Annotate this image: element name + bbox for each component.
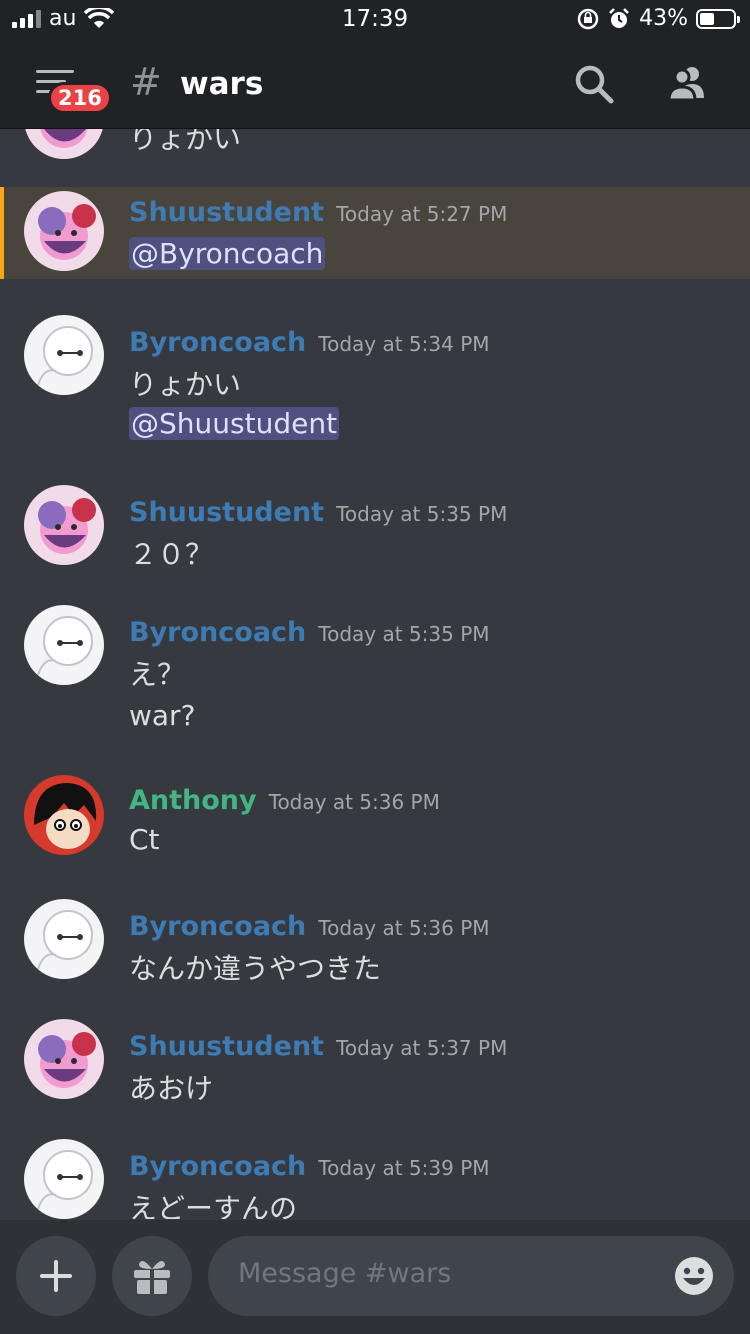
gift-button[interactable]	[112, 1236, 192, 1316]
message-item: Byroncoach Today at 5:35 PM え？ war?	[0, 605, 750, 745]
orientation-lock-icon	[577, 8, 599, 29]
avatar[interactable]	[24, 315, 104, 395]
username[interactable]: Byroncoach Today at 5:34 PM	[129, 327, 490, 358]
message-item: Shuustudent Today at 5:37 PM あおけ	[0, 1019, 750, 1119]
members-icon[interactable]	[666, 62, 710, 106]
message-text: @Shuustudent	[129, 407, 340, 440]
message-item-mention: Shuustudent Today at 5:27 PM @Byroncoach	[0, 187, 750, 279]
user-mention[interactable]: @Shuustudent	[129, 407, 340, 440]
username[interactable]: Shuustudent Today at 5:27 PM	[129, 197, 507, 228]
message-input[interactable]: Message #wars	[208, 1236, 734, 1316]
plus-icon	[40, 1260, 72, 1292]
message-text: Ct	[129, 823, 160, 856]
message-text: えどーすんの	[129, 1192, 298, 1219]
username[interactable]: Byroncoach Today at 5:36 PM	[129, 911, 490, 942]
channel-hash-icon: #	[130, 60, 162, 104]
message-item: Byroncoach Today at 5:39 PM えどーすんの	[0, 1139, 750, 1219]
timestamp: Today at 5:36 PM	[268, 790, 440, 814]
menu-button[interactable]: 216	[30, 68, 112, 114]
message-text: あおけ	[129, 1072, 214, 1105]
alarm-icon	[609, 7, 629, 28]
search-icon[interactable]	[572, 62, 616, 106]
avatar[interactable]	[24, 605, 104, 685]
channel-title: wars	[180, 66, 264, 102]
add-attachment-button[interactable]	[16, 1236, 96, 1316]
mention-bar	[0, 187, 4, 279]
avatar[interactable]	[24, 1019, 104, 1099]
message-text: @Byroncoach	[129, 237, 326, 270]
message-text: りょかい	[129, 368, 242, 401]
message-text: え？	[129, 658, 186, 691]
avatar[interactable]	[24, 129, 104, 159]
battery-icon	[696, 8, 740, 29]
emoji-icon[interactable]	[674, 1256, 714, 1296]
message-text: なんか違うやつきた	[129, 952, 382, 985]
username[interactable]: Byroncoach Today at 5:35 PM	[129, 617, 490, 648]
timestamp: Today at 5:39 PM	[318, 1156, 490, 1180]
username[interactable]: Shuustudent Today at 5:35 PM	[129, 497, 507, 528]
avatar[interactable]	[24, 191, 104, 271]
message-composer: Message #wars	[0, 1220, 750, 1334]
message-item: Anthony Today at 5:36 PM Ct	[0, 775, 750, 875]
timestamp: Today at 5:35 PM	[318, 622, 490, 646]
avatar[interactable]	[24, 1139, 104, 1219]
message-item: りょかい	[0, 129, 750, 179]
message-text: ２０？	[129, 538, 214, 571]
message-text: りょかい	[129, 129, 242, 155]
gift-icon	[134, 1260, 170, 1294]
avatar[interactable]	[24, 899, 104, 979]
message-item: Shuustudent Today at 5:35 PM ２０？	[0, 485, 750, 585]
message-list[interactable]: りょかい Shuustudent Today at 5:27 PM @Byronc…	[0, 129, 750, 1219]
status-right: 43%	[577, 6, 740, 31]
username[interactable]: Shuustudent Today at 5:37 PM	[129, 1031, 507, 1062]
user-mention[interactable]: @Byroncoach	[129, 237, 326, 270]
channel-header: 216 # wars	[0, 40, 750, 129]
message-text: war?	[129, 699, 196, 732]
avatar[interactable]	[24, 485, 104, 565]
username[interactable]: Anthony Today at 5:36 PM	[129, 785, 440, 816]
timestamp: Today at 5:37 PM	[336, 1036, 508, 1060]
unread-badge: 216	[48, 82, 112, 114]
battery-percent: 43%	[639, 6, 688, 31]
message-item: Byroncoach Today at 5:34 PM りょかい @Shuustu…	[0, 315, 750, 455]
message-input-placeholder: Message #wars	[238, 1258, 452, 1289]
status-bar: au 17:39 43%	[0, 0, 750, 40]
message-item: Byroncoach Today at 5:36 PM なんか違うやつきた	[0, 899, 750, 999]
timestamp: Today at 5:27 PM	[336, 202, 508, 226]
username[interactable]: Byroncoach Today at 5:39 PM	[129, 1151, 490, 1182]
timestamp: Today at 5:36 PM	[318, 916, 490, 940]
timestamp: Today at 5:35 PM	[336, 502, 508, 526]
avatar[interactable]	[24, 775, 104, 855]
timestamp: Today at 5:34 PM	[318, 332, 490, 356]
